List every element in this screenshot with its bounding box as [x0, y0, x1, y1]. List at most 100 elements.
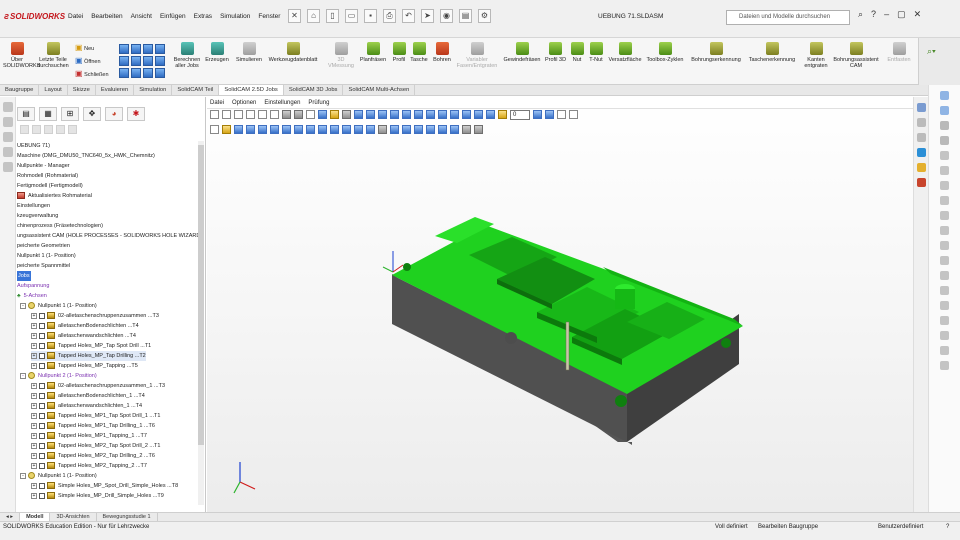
tree-rohmodell[interactable]: Rohmodell (Rohmaterial): [17, 171, 78, 181]
view-cube-icon[interactable]: [119, 56, 129, 66]
print-icon[interactable]: ⎙: [383, 9, 396, 23]
layers-icon[interactable]: [3, 117, 13, 127]
expand-icon[interactable]: +: [31, 422, 37, 429]
job-checkbox[interactable]: [39, 422, 45, 429]
view-cube-icon[interactable]: [155, 44, 165, 54]
thread-milling-button[interactable]: Gewindefräsen: [502, 42, 542, 63]
slot-button[interactable]: Nut: [570, 42, 584, 63]
view-palette-icon[interactable]: [940, 136, 949, 145]
profile-3d-button[interactable]: Profil 3D: [543, 42, 568, 63]
resources-icon[interactable]: [940, 91, 949, 100]
options-gear-icon[interactable]: ⚙: [478, 9, 491, 23]
tree-group3[interactable]: - Nullpunkt 1 (1- Position): [20, 471, 97, 481]
traffic-light-icon[interactable]: ◉: [440, 9, 453, 23]
tree-job[interactable]: + Tapped Holes_MP2_Tap Drilling_2 ...T6: [31, 451, 155, 461]
tree-aktualisiert[interactable]: Aktualisiertes Rohmaterial: [17, 191, 92, 201]
dim-xpert-icon[interactable]: ✥: [83, 107, 101, 121]
appearance-icon[interactable]: [916, 163, 926, 172]
scene-icon[interactable]: [916, 178, 926, 187]
pan-view-icon[interactable]: [916, 133, 926, 142]
view-cube-icon[interactable]: [143, 56, 153, 66]
job-checkbox[interactable]: [39, 392, 45, 399]
expand-icon[interactable]: +: [31, 482, 37, 489]
tree-job-selected[interactable]: + Tapped Holes_MP_Tap Drilling ...T2: [31, 351, 146, 361]
view-cube-icon[interactable]: [155, 56, 165, 66]
text-icon[interactable]: [940, 256, 949, 265]
help-icon[interactable]: ?: [871, 9, 876, 20]
more-icon[interactable]: [940, 361, 949, 370]
maximize-icon[interactable]: ▢: [897, 9, 906, 20]
expand-icon[interactable]: +: [31, 382, 37, 389]
configuration-manager-icon[interactable]: ⊞: [61, 107, 79, 121]
recent-parts-button[interactable]: Letzte Teile durchsuchen: [35, 42, 71, 69]
tree-werkzeug[interactable]: kzeugverwaltung: [17, 211, 58, 221]
expand-icon[interactable]: +: [31, 362, 37, 369]
job-checkbox[interactable]: [39, 402, 45, 409]
expand-icon[interactable]: +: [31, 452, 37, 459]
expand-icon[interactable]: +: [31, 412, 37, 419]
job-checkbox[interactable]: [39, 362, 45, 369]
view-cube-icon[interactable]: [119, 44, 129, 54]
relation-icon[interactable]: [940, 331, 949, 340]
close-button[interactable]: ▣ Schließen: [75, 68, 109, 81]
view-cube-icon[interactable]: [131, 44, 141, 54]
spline-icon[interactable]: [940, 226, 949, 235]
hole-wizard-cam-button[interactable]: Bohrungsassistent CAM: [833, 42, 879, 69]
trim-icon[interactable]: [940, 286, 949, 295]
solidcam-manager-icon[interactable]: ✱: [127, 107, 145, 121]
tree-nullpunkt-manager[interactable]: Nullpunkte - Manager: [17, 161, 70, 171]
3d-measure-button[interactable]: 3D VMessung: [326, 42, 356, 69]
undo-icon[interactable]: ↶: [402, 9, 415, 23]
home-view-icon[interactable]: [916, 103, 926, 112]
tree-geometrien[interactable]: peicherte Geometrien: [17, 241, 70, 251]
status-units[interactable]: Benutzerdefiniert: [878, 524, 923, 530]
expand-icon[interactable]: +: [31, 322, 37, 329]
tree-assistent[interactable]: ungsassistent CAM (HOLE PROCESSES - SOLI…: [17, 231, 202, 241]
expand-icon[interactable]: +: [31, 342, 37, 349]
expand-icon[interactable]: +: [31, 312, 37, 319]
job-checkbox[interactable]: [39, 442, 45, 449]
menu-ansicht[interactable]: Ansicht: [131, 13, 152, 20]
menu-simulation[interactable]: Simulation: [220, 13, 250, 20]
tool-button-icon[interactable]: [20, 125, 29, 134]
filter-icon[interactable]: [3, 162, 13, 172]
view-cube-icon[interactable]: [119, 68, 129, 78]
open-button[interactable]: ▣ Öffnen: [75, 55, 109, 68]
sketch-line-icon[interactable]: [940, 151, 949, 160]
render-icon[interactable]: [916, 148, 926, 157]
expand-icon[interactable]: +: [31, 492, 37, 499]
tab-solidcam-25d-jobs[interactable]: SolidCAM 2.5D Jobs: [219, 85, 284, 95]
mirror-icon[interactable]: [940, 271, 949, 280]
expand-icon[interactable]: +: [31, 462, 37, 469]
offset-surface-button[interactable]: Versatzfläche: [607, 42, 643, 63]
tree-aufspannung[interactable]: Aufspannung: [17, 281, 49, 291]
profile-button[interactable]: Profil: [390, 42, 408, 63]
tree-group2[interactable]: - Nullpunkt 2 (1- Position): [20, 371, 97, 381]
expand-icon[interactable]: +: [31, 392, 37, 399]
collapse-icon[interactable]: -: [20, 302, 26, 309]
expand-icon[interactable]: +: [31, 352, 37, 359]
job-checkbox[interactable]: [39, 322, 45, 329]
tree-machine[interactable]: Maschine (DMG_DMU50_TNC640_5x_HWK_Chemni…: [17, 151, 155, 161]
pin-icon[interactable]: ✕: [288, 9, 301, 23]
tree-5-achsen[interactable]: ♣ 5-Achsen: [17, 291, 47, 301]
app-logo[interactable]: ƨSOLIDWORKS: [4, 11, 65, 21]
tree-root[interactable]: UEBUNG 71): [17, 141, 50, 151]
expand-icon[interactable]: +: [31, 442, 37, 449]
home-icon[interactable]: ⌂: [307, 9, 320, 23]
open-folder-icon[interactable]: ▭: [345, 9, 358, 23]
face-milling-button[interactable]: Planfräsen: [358, 42, 388, 63]
tool-button-icon[interactable]: [32, 125, 41, 134]
generate-button[interactable]: Erzeugen: [203, 42, 231, 63]
ribbon-search-icon[interactable]: ⌕▾: [927, 46, 960, 57]
view-cube-icon[interactable]: [131, 56, 141, 66]
job-checkbox[interactable]: [39, 462, 45, 469]
tool-sheet-button[interactable]: Werkzeugdatenblatt: [266, 42, 320, 63]
expand-icon[interactable]: +: [31, 432, 37, 439]
menu-extras[interactable]: Extras: [194, 13, 212, 20]
tree-group1[interactable]: - Nullpunkt 1 (1- Position): [20, 301, 97, 311]
expand-icon[interactable]: +: [31, 332, 37, 339]
arc-icon[interactable]: [940, 211, 949, 220]
help-icon[interactable]: ?: [946, 524, 949, 530]
job-checkbox[interactable]: [39, 492, 45, 499]
